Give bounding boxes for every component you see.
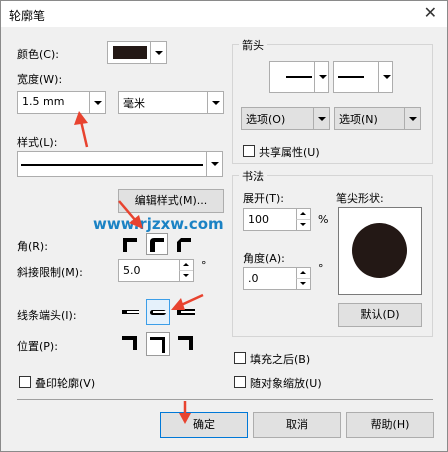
- annotation-arrow-width: [74, 111, 89, 148]
- annotation-arrow-linecap: [171, 293, 204, 310]
- annotation-arrow-corner: [118, 200, 143, 229]
- annotation-arrow-ok: [179, 401, 191, 424]
- outline-pen-dialog: 轮廓笔 ✕ 颜色(C): 宽度(W): 1.5 mm 毫米 样式(L): 编辑样…: [0, 0, 448, 452]
- annotation-arrows-overlay: [74, 111, 204, 424]
